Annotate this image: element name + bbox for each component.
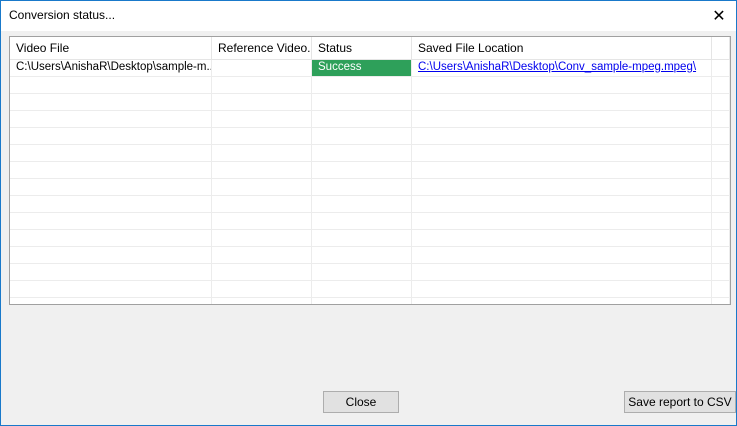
empty-row (10, 162, 730, 179)
empty-row (10, 230, 730, 247)
column-header-reference-video[interactable]: Reference Video... (212, 37, 312, 59)
conversion-status-window: Conversion status... ✕ Video File Refere… (0, 0, 737, 426)
empty-row (10, 281, 730, 298)
grid-rows: C:\Users\AnishaR\Desktop\sample-m... Suc… (10, 60, 730, 304)
empty-row (10, 145, 730, 162)
column-header-spacer (712, 37, 730, 59)
results-grid: Video File Reference Video... Status Sav… (9, 36, 731, 305)
cell-reference-video[interactable] (212, 60, 312, 76)
status-badge: Success (312, 60, 412, 76)
cell-video-file[interactable]: C:\Users\AnishaR\Desktop\sample-m... (10, 60, 212, 76)
cell-spacer (712, 60, 730, 76)
column-header-status[interactable]: Status (312, 37, 412, 59)
empty-row (10, 247, 730, 264)
empty-row (10, 111, 730, 128)
save-report-csv-button[interactable]: Save report to CSV (624, 391, 736, 413)
empty-row (10, 264, 730, 281)
empty-row (10, 179, 730, 196)
column-header-video-file[interactable]: Video File (10, 37, 212, 59)
saved-location-link[interactable]: C:\Users\AnishaR\Desktop\Conv_sample-mpe… (418, 61, 696, 73)
title-bar: Conversion status... ✕ (1, 1, 736, 31)
empty-row (10, 128, 730, 145)
window-title: Conversion status... (9, 8, 116, 22)
table-row[interactable]: C:\Users\AnishaR\Desktop\sample-m... Suc… (10, 60, 730, 77)
grid-header: Video File Reference Video... Status Sav… (10, 37, 730, 60)
empty-row (10, 196, 730, 213)
column-header-saved-location[interactable]: Saved File Location (412, 37, 712, 59)
close-button[interactable]: Close (323, 391, 399, 413)
empty-row (10, 298, 730, 304)
empty-row (10, 213, 730, 230)
empty-row (10, 94, 730, 111)
empty-row (10, 77, 730, 94)
close-icon[interactable]: ✕ (702, 1, 736, 31)
cell-saved-location: C:\Users\AnishaR\Desktop\Conv_sample-mpe… (412, 60, 712, 76)
